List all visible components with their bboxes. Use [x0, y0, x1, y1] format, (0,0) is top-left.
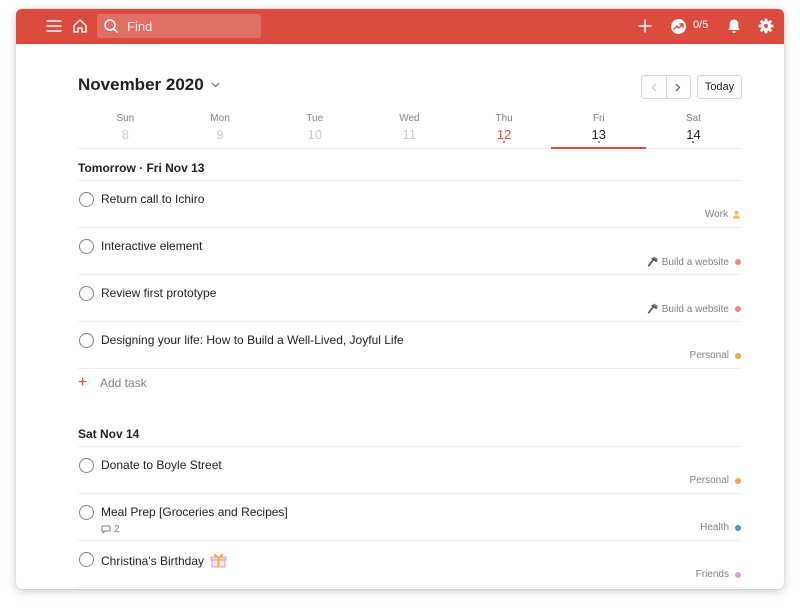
project-name: Personal — [689, 350, 729, 361]
gift-icon — [210, 552, 227, 571]
task-title-text: Christina's Birthday — [101, 554, 204, 568]
project-name: Build a website — [661, 303, 729, 315]
task-project[interactable]: Build a website — [646, 303, 741, 315]
bell-icon[interactable] — [725, 17, 743, 35]
day-name: Thu — [495, 113, 513, 124]
day-tue[interactable]: Tue 10 — [267, 110, 362, 148]
task-title[interactable]: Return call to Ichiro — [101, 192, 204, 206]
task-item[interactable]: Interactive element Build a website — [78, 228, 741, 275]
project-color-dot — [735, 524, 741, 531]
project-name: Personal — [689, 475, 729, 486]
today-button[interactable]: Today — [697, 75, 742, 99]
project-name: Health — [700, 522, 729, 533]
task-checkbox[interactable] — [79, 505, 94, 520]
day-sun[interactable]: Sun 8 — [78, 110, 173, 148]
task-checkbox[interactable] — [79, 192, 94, 207]
day-name: Tue — [306, 113, 324, 124]
search-placeholder: Find — [127, 18, 153, 34]
project-color-dot — [735, 352, 741, 359]
task-item[interactable]: Designing your life: How to Build a Well… — [78, 322, 741, 369]
task-item[interactable]: Meal Prep [Groceries and Recipes] 2 Heal… — [78, 494, 741, 541]
project-color-dot — [735, 477, 741, 484]
task-project[interactable]: Personal — [690, 475, 741, 486]
chevron-right-icon — [675, 83, 681, 91]
task-checkbox[interactable] — [79, 239, 94, 254]
project-name: Build a website — [661, 256, 729, 268]
person-icon — [732, 210, 741, 219]
week-strip: Sun 8 Mon 9 Tue 10 Wed 11 Thu 12 Fri 13 … — [78, 110, 741, 149]
top-bar: Find 0/5 — [16, 9, 784, 44]
plus-icon[interactable] — [636, 17, 654, 35]
day-name: Wed — [399, 113, 420, 124]
task-checkbox[interactable] — [79, 286, 94, 301]
day-name: Fri — [592, 113, 605, 124]
karma-count[interactable]: 0/5 — [693, 19, 708, 31]
day-wed[interactable]: Wed 11 — [362, 110, 457, 148]
day-mon[interactable]: Mon 9 — [173, 110, 268, 148]
task-title[interactable]: Donate to Boyle Street — [101, 458, 222, 472]
task-project[interactable]: Build a website — [646, 256, 741, 268]
task-item[interactable]: Review first prototype Build a website — [78, 275, 741, 322]
task-checkbox[interactable] — [79, 458, 94, 473]
day-number: 8 — [121, 127, 129, 142]
gear-icon[interactable] — [757, 17, 775, 35]
task-checkbox[interactable] — [79, 333, 94, 348]
section-title: Tomorrow · Fri Nov 13 — [78, 161, 205, 175]
task-item[interactable]: Donate to Boyle Street Personal — [78, 447, 741, 494]
task-title[interactable]: Meal Prep [Groceries and Recipes] — [101, 505, 288, 519]
search-icon — [103, 17, 121, 35]
hammer-icon — [646, 256, 659, 268]
task-project[interactable]: Health — [700, 522, 741, 533]
task-project[interactable]: Work — [705, 209, 741, 220]
previous-week-button[interactable] — [642, 76, 666, 98]
day-name: Sat — [685, 113, 701, 124]
project-name: Work — [704, 209, 728, 220]
task-indicator-dot — [597, 141, 600, 143]
plus-icon: + — [78, 374, 88, 391]
section-title: Sat Nov 14 — [78, 427, 140, 441]
day-thu[interactable]: Thu 12 — [457, 110, 552, 148]
chevron-left-icon — [651, 83, 657, 91]
day-number: 11 — [402, 127, 417, 142]
menu-icon[interactable] — [45, 17, 63, 35]
comment-icon — [101, 525, 111, 534]
day-name: Mon — [210, 113, 230, 124]
next-week-button[interactable] — [665, 76, 691, 98]
week-nav — [641, 75, 691, 99]
project-color-dot — [735, 306, 741, 312]
project-color-dot — [735, 571, 741, 578]
task-item[interactable]: Christina's Birthday Friends — [78, 541, 741, 588]
hammer-icon — [646, 303, 659, 315]
day-number: 10 — [307, 127, 322, 142]
karma-icon[interactable] — [669, 17, 687, 35]
task-title[interactable]: Interactive element — [101, 239, 202, 253]
search-input[interactable]: Find — [97, 14, 261, 38]
day-number: 9 — [216, 127, 224, 142]
task-checkbox[interactable] — [79, 552, 94, 567]
add-task-label: Add task — [100, 376, 147, 390]
task-project[interactable]: Personal — [690, 350, 741, 361]
comments-count[interactable]: 2 — [101, 524, 120, 535]
task-project[interactable]: Friends — [696, 569, 741, 580]
month-selector[interactable]: November 2020 — [78, 75, 220, 95]
day-sat[interactable]: Sat 14 — [646, 110, 741, 148]
project-name: Friends — [695, 569, 729, 580]
task-item[interactable]: Return call to Ichiro Work — [78, 181, 741, 228]
task-title[interactable]: Christina's Birthday — [101, 552, 227, 571]
task-title[interactable]: Review first prototype — [101, 286, 216, 300]
home-icon[interactable] — [71, 17, 89, 35]
day-fri[interactable]: Fri 13 — [551, 110, 646, 149]
chevron-down-icon — [211, 82, 220, 88]
project-color-dot — [735, 259, 741, 265]
comments-number: 2 — [114, 524, 120, 535]
task-title[interactable]: Designing your life: How to Build a Well… — [101, 333, 404, 347]
app-window: Find 0/5 November 2020 Today Sun 8 Mon 9… — [16, 9, 784, 589]
day-name: Sun — [116, 113, 135, 124]
add-task-button[interactable]: + Add task — [78, 374, 147, 391]
month-title: November 2020 — [78, 75, 204, 94]
